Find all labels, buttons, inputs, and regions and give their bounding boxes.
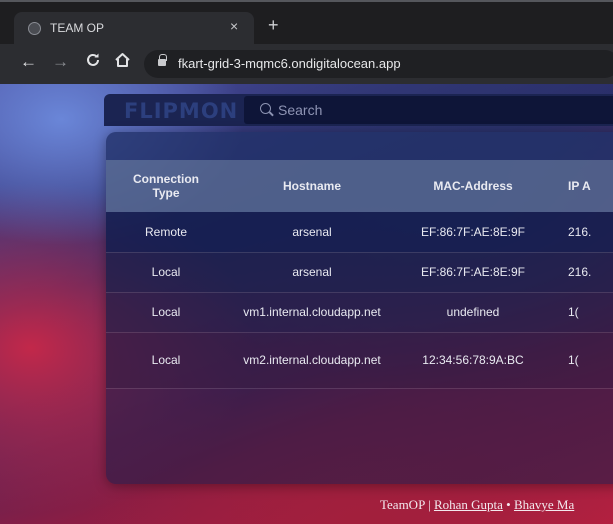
table-row[interactable]: Local vm1.internal.cloudapp.net undefine… [106,292,613,332]
cell-mac-address: 12:34:56:78:9A:BC [422,353,524,367]
table-row[interactable]: Remote arsenal EF:86:7F:AE:8E:9F 216. [106,212,613,252]
column-header-hostname: Hostname [282,179,341,193]
globe-icon [28,22,41,35]
table-header-row: Connection Type Hostname MAC-Address IP … [106,160,613,212]
search-box[interactable] [244,96,613,124]
browser-tab-bar: TEAM OP × + [0,0,613,46]
cell-hostname: arsenal [292,224,332,239]
cell-connection-type: Local [151,353,181,367]
cell-ip-address: 1( [568,353,579,367]
page-footer: TeamOP | Rohan Gupta • Bhavye Ma [380,497,574,513]
author-link-rohan-gupta[interactable]: Rohan Gupta [434,497,503,512]
card-top-strip [106,132,613,160]
url-text[interactable]: fkart-grid-3-mqmc6.ondigitalocean.app [178,56,401,71]
reload-icon-glyph [87,53,99,66]
column-header-connection-type: Connection Type [106,160,226,212]
back-icon[interactable]: ← [20,52,37,72]
address-bar[interactable]: fkart-grid-3-mqmc6.ondigitalocean.app [144,50,613,78]
cell-ip-address: 216. [568,224,592,239]
home-icon-glyph [115,53,130,67]
close-icon[interactable]: × [230,18,238,34]
table-row[interactable]: Local arsenal EF:86:7F:AE:8E:9F 216. [106,252,613,292]
cell-ip-address: 1( [568,305,579,319]
column-header-label: Connection Type [133,172,199,200]
home-icon[interactable] [114,52,131,73]
cell-connection-type: Local [151,305,181,319]
search-icon [260,103,271,114]
cell-hostname: arsenal [292,265,332,279]
tab-title: TEAM OP [50,21,105,35]
cell-connection-type: Remote [144,224,188,239]
page-viewport: FLIPMON Connection Type Hostname MAC-Add… [0,84,613,524]
lock-icon[interactable] [158,54,167,68]
browser-toolbar: ← → fkart-grid-3-mqmc6.ondigitalocean.ap… [0,44,613,84]
cell-hostname: vm1.internal.cloudapp.net [243,305,381,319]
cell-mac-address: EF:86:7F:AE:8E:9F [420,265,526,279]
author-link-bhavye[interactable]: Bhavye Ma [514,497,574,512]
devices-table: Connection Type Hostname MAC-Address IP … [106,160,613,389]
cell-mac-address: undefined [446,305,500,319]
app-logo[interactable]: FLIPMON [124,99,238,123]
table-row[interactable]: Local vm2.internal.cloudapp.net 12:34:56… [106,332,613,388]
new-tab-icon[interactable]: + [268,16,279,34]
devices-card: Connection Type Hostname MAC-Address IP … [106,132,613,484]
browser-tab[interactable]: TEAM OP × [14,12,254,46]
app-header: FLIPMON [104,94,613,126]
column-header-mac-address: MAC-Address [433,179,513,193]
search-input[interactable] [278,100,598,120]
forward-icon[interactable]: → [52,52,69,72]
cell-connection-type: Local [151,265,181,279]
column-header-ip-address: IP A [568,179,591,193]
cell-hostname: vm2.internal.cloudapp.net [243,353,381,367]
cell-ip-address: 216. [568,265,592,279]
footer-separator: • [502,497,514,512]
cell-mac-address: EF:86:7F:AE:8E:9F [420,224,526,239]
reload-icon[interactable] [85,52,101,73]
footer-team: TeamOP | [380,497,434,512]
